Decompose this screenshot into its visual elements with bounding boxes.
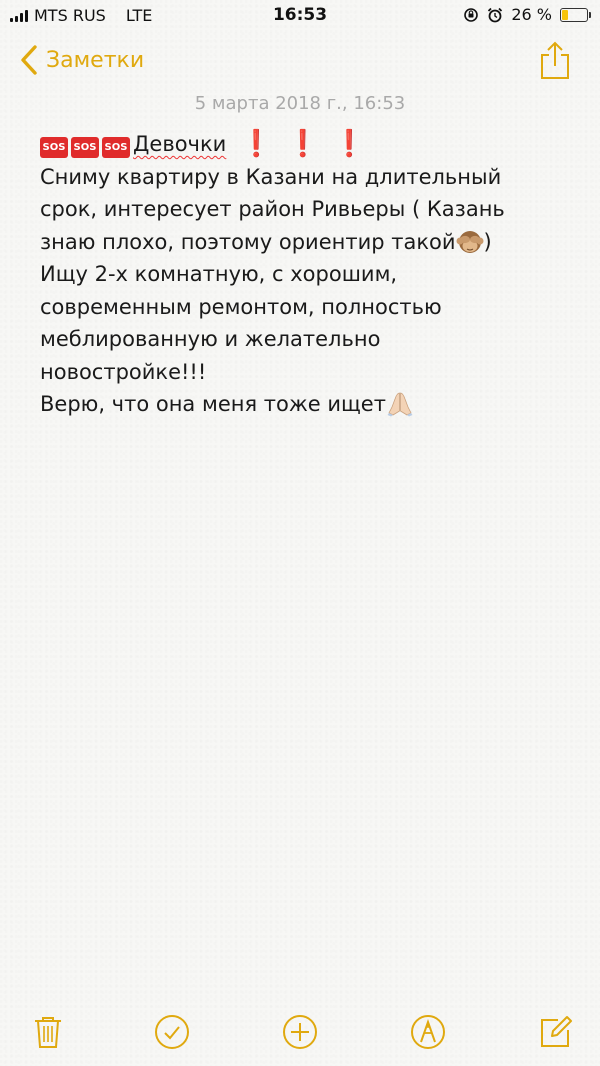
note-line: Ищу 2-х комнатную, с хорошим, <box>40 262 398 286</box>
battery-percent: 26 % <box>511 5 552 24</box>
pen-circle-icon[interactable] <box>410 1014 446 1050</box>
compose-icon[interactable] <box>538 1014 574 1050</box>
rotation-lock-icon <box>464 7 479 22</box>
status-bar: MTS RUS LTE 16:53 26 % <box>0 0 600 32</box>
battery-icon <box>560 7 591 22</box>
notes-screen: MTS RUS LTE 16:53 26 % Заметки 5 марта 2… <box>0 0 600 1066</box>
note-line: современным ремонтом, полностью <box>40 294 442 319</box>
status-right: 26 % <box>463 5 591 24</box>
see-no-evil-monkey-icon <box>456 230 484 253</box>
exclamation-mark: ❗ <box>240 129 273 159</box>
note-line: новостройке!!! <box>40 359 207 384</box>
note-line: Сниму квартиру в Казани на длительный <box>40 164 502 189</box>
sos-badge: SOS <box>40 137 68 158</box>
praying-hands-icon <box>387 392 413 417</box>
note-line-text: Верю, что она меня тоже ищет <box>40 392 386 416</box>
note-title-line: SOS SOS SOS Девочки ❗ ❗ ❗ <box>40 128 560 161</box>
nav-bar: Заметки <box>0 32 600 92</box>
checkmark-circle-icon[interactable] <box>154 1014 190 1050</box>
alarm-icon <box>488 7 503 22</box>
trash-icon[interactable] <box>30 1014 66 1050</box>
note-title-word: Девочки <box>133 132 227 156</box>
note-line-suffix: ) <box>483 229 492 254</box>
note-body[interactable]: SOS SOS SOS Девочки ❗ ❗ ❗ Сниму квартиру в Каз… <box>40 128 560 421</box>
exclamation-mark: ❗ <box>286 129 320 159</box>
note-date: 5 марта 2018 г., 16:53 <box>194 93 406 114</box>
note-line-text: знаю плохо, поэтому ориентир такой <box>40 229 456 254</box>
note-line: срок, интересует район Ривьеры ( Казань <box>40 197 505 221</box>
bottom-toolbar <box>0 1000 600 1066</box>
share-icon[interactable] <box>538 40 572 80</box>
note-line: знаю плохо, поэтому ориентир такой ) <box>40 226 560 259</box>
chevron-left-icon <box>21 45 37 75</box>
back-label: Заметки <box>46 47 145 73</box>
back-button[interactable]: Заметки <box>20 44 144 76</box>
plus-circle-icon[interactable] <box>282 1014 318 1050</box>
sos-badge: SOS <box>71 137 99 158</box>
battery-fill <box>562 9 568 20</box>
note-line: Верю, что она меня тоже ищет <box>40 388 560 421</box>
sos-badge: SOS <box>102 137 130 158</box>
exclamation-mark: ❗ <box>333 129 366 159</box>
note-line: меблированную и желательно <box>40 327 381 351</box>
